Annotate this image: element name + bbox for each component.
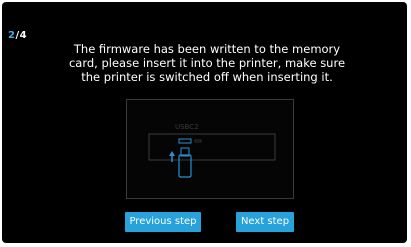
next-step-button[interactable]: Next step [236,212,294,232]
firmware-update-screen: 2/4 The firmware has been written to the… [2,2,407,243]
insert-card-illustration: USBC2 [126,99,294,199]
secondary-slot-icon [194,139,202,143]
step-total: /4 [15,30,28,41]
printer-slot-panel [148,133,276,161]
usb-drive-icon [178,147,192,178]
previous-step-button[interactable]: Previous step [125,212,201,232]
port-label: USBC2 [175,123,199,131]
instruction-message: The firmware has been written to the mem… [68,42,346,84]
step-indicator: 2/4 [8,30,27,41]
usb-slot-icon [178,138,192,144]
